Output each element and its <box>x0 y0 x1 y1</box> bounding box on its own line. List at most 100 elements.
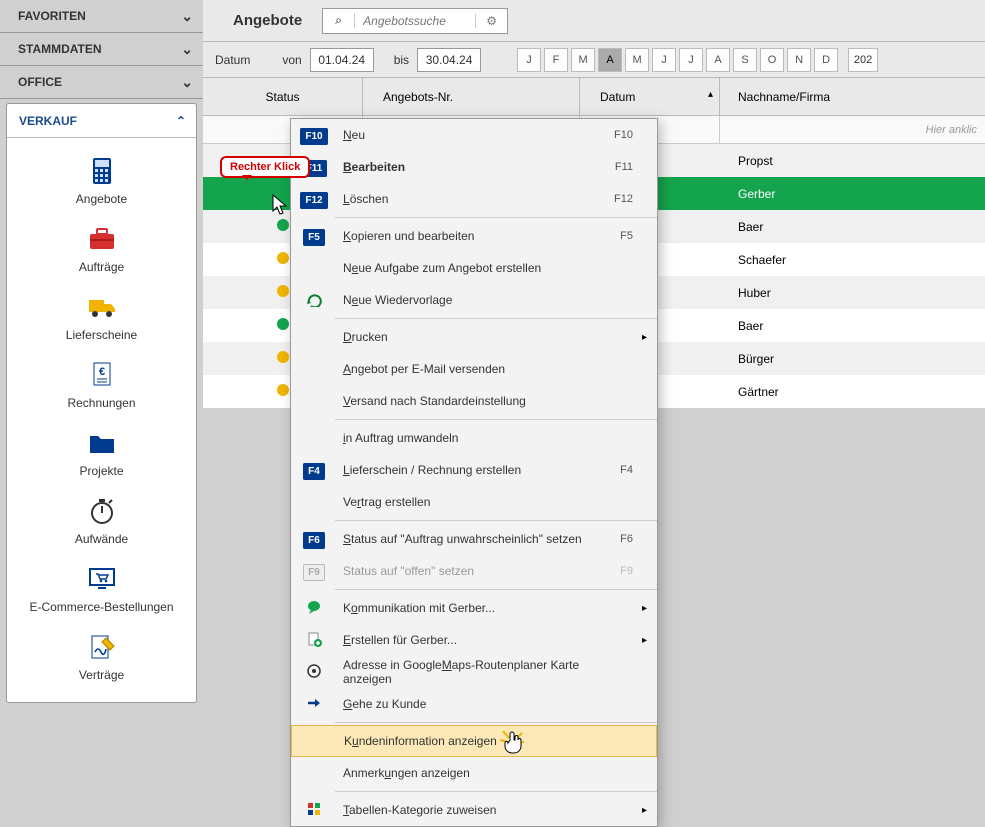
nav-favoriten[interactable]: FAVORITEN ⌄ <box>0 0 203 33</box>
name-cell: Huber <box>720 286 985 300</box>
truck-icon <box>84 292 120 322</box>
search-icon[interactable]: ⌕ <box>323 13 355 28</box>
status-dot-icon <box>277 351 289 363</box>
nav-item-label: Verträge <box>79 668 124 682</box>
ctx-item[interactable]: Neue Aufgabe zum Angebot erstellen <box>291 252 657 284</box>
month-btn-10[interactable]: N <box>787 48 811 72</box>
month-btn-11[interactable]: D <box>814 48 838 72</box>
month-btn-6[interactable]: J <box>679 48 703 72</box>
ctx-item[interactable]: Angebot per E-Mail versenden <box>291 353 657 385</box>
menu-separator <box>335 791 657 792</box>
context-menu: F10NeuF10F11BearbeitenF11F12LöschenF12 F5… <box>290 118 658 827</box>
nav-projekte[interactable]: Projekte <box>7 420 196 488</box>
right-click-tooltip: Rechter Klick <box>220 156 310 178</box>
nav-auftraege[interactable]: Aufträge <box>7 216 196 284</box>
menu-separator <box>335 419 657 420</box>
col-status[interactable]: Status <box>203 78 363 115</box>
svg-text:€: € <box>98 366 104 378</box>
sort-asc-icon: ▴ <box>708 89 713 100</box>
shop-monitor-icon <box>84 564 120 594</box>
month-btn-8[interactable]: S <box>733 48 757 72</box>
ctx-item[interactable]: Gehe zu Kunde <box>291 688 657 720</box>
status-dot-icon <box>277 384 289 396</box>
nav-aufwaende[interactable]: Aufwände <box>7 488 196 556</box>
table-header-row: Status Angebots-Nr. Datum ▴ Nachname/Fir… <box>203 78 985 116</box>
fkey-badge: F10 <box>299 128 329 142</box>
nav-rechnungen[interactable]: € Rechnungen <box>7 352 196 420</box>
date-from-input[interactable]: 01.04.24 <box>310 48 374 72</box>
status-dot-icon <box>277 285 289 297</box>
name-cell: Propst <box>720 154 985 168</box>
date-to-input[interactable]: 30.04.24 <box>417 48 481 72</box>
ctx-item[interactable]: Kommunikation mit Gerber...▸ <box>291 592 657 624</box>
month-btn-3[interactable]: A <box>598 48 622 72</box>
search-input[interactable] <box>355 14 475 28</box>
month-btn-4[interactable]: M <box>625 48 649 72</box>
ctx-item-label: Drucken <box>329 330 593 344</box>
ctx-item[interactable]: F5Kopieren und bearbeitenF5 <box>291 220 657 252</box>
ctx-item[interactable]: Tabellen-Kategorie zuweisen▸ <box>291 794 657 826</box>
ctx-item[interactable]: Versand nach Standardeinstellung <box>291 385 657 417</box>
nav-stammdaten[interactable]: STAMMDATEN ⌄ <box>0 33 203 66</box>
nav-angebote[interactable]: Angebote <box>7 148 196 216</box>
month-btn-1[interactable]: F <box>544 48 568 72</box>
month-btn-2[interactable]: M <box>571 48 595 72</box>
fkey-badge: F12 <box>299 192 329 206</box>
submenu-arrow-icon: ▸ <box>633 635 647 646</box>
nav-verkauf[interactable]: VERKAUF ⌃ <box>7 104 196 138</box>
chevron-down-icon: ⌄ <box>181 74 193 91</box>
status-dot-icon <box>277 252 289 264</box>
ctx-item[interactable]: Drucken▸ <box>291 321 657 353</box>
name-cell: Bürger <box>720 352 985 366</box>
ctx-item-label: Status auf "offen" setzen <box>329 564 593 578</box>
ctx-item[interactable]: Vertrag erstellen <box>291 486 657 518</box>
ctx-item[interactable]: in Auftrag umwandeln <box>291 422 657 454</box>
search-box: ⌕ ⚙ <box>322 8 508 34</box>
filter-name-hint[interactable]: Hier anklic <box>720 116 985 143</box>
ctx-shortcut: F11 <box>593 161 633 173</box>
ctx-item-label: Vertrag erstellen <box>329 495 593 509</box>
ctx-item-label: Lieferschein / Rechnung erstellen <box>329 463 593 477</box>
month-btn-7[interactable]: A <box>706 48 730 72</box>
ctx-item[interactable]: F11BearbeitenF11 <box>291 151 657 183</box>
ctx-item[interactable]: F4Lieferschein / Rechnung erstellenF4 <box>291 454 657 486</box>
ctx-item-label: Anmerkungen anzeigen <box>329 766 593 780</box>
submenu-arrow-icon: ▸ <box>633 603 647 614</box>
ctx-shortcut: F6 <box>593 533 633 545</box>
ctx-shortcut: F10 <box>593 129 633 141</box>
ctx-item[interactable]: Neue Wiedervorlage <box>291 284 657 316</box>
col-datum[interactable]: Datum ▴ <box>580 78 720 115</box>
ctx-item[interactable]: Erstellen für Gerber... ▸ <box>291 624 657 656</box>
nav-ecommerce[interactable]: E-Commerce-Bestellungen <box>7 556 196 624</box>
ctx-item-label: in Auftrag umwandeln <box>329 431 593 445</box>
nav-item-label: Aufträge <box>79 260 124 274</box>
ctx-item[interactable]: F10NeuF10 <box>291 119 657 151</box>
nav-verkauf-panel: VERKAUF ⌃ Angebote Aufträge Lieferschein… <box>6 103 197 703</box>
nav-label: VERKAUF <box>19 114 77 128</box>
ctx-item[interactable]: F12LöschenF12 <box>291 183 657 215</box>
nav-item-label: Rechnungen <box>67 396 135 410</box>
gear-icon[interactable]: ⚙ <box>475 14 507 28</box>
col-datum-label: Datum <box>600 90 635 104</box>
stopwatch-icon <box>84 496 120 526</box>
col-nachname[interactable]: Nachname/Firma <box>720 78 985 115</box>
ctx-item[interactable]: Anmerkungen anzeigen <box>291 757 657 789</box>
col-angebot-nr[interactable]: Angebots-Nr. <box>363 78 580 115</box>
cat-icon <box>299 801 329 820</box>
name-cell: Schaefer <box>720 253 985 267</box>
ctx-item[interactable]: F6Status auf "Auftrag unwahrscheinlich" … <box>291 523 657 555</box>
nav-item-label: E-Commerce-Bestellungen <box>29 600 173 614</box>
chevron-up-icon: ⌃ <box>176 114 186 128</box>
ctx-item[interactable]: Kundeninformation anzeigen <box>291 725 657 757</box>
month-btn-9[interactable]: O <box>760 48 784 72</box>
nav-label: FAVORITEN <box>18 9 86 23</box>
year-input[interactable]: 202 <box>848 48 878 72</box>
nav-vertraege[interactable]: Verträge <box>7 624 196 692</box>
nav-lieferscheine[interactable]: Lieferscheine <box>7 284 196 352</box>
ctx-item[interactable]: Adresse in GoogleMaps-Routenplaner Karte… <box>291 656 657 688</box>
date-filter-row: Datum von 01.04.24 bis 30.04.24 JFMAMJJA… <box>203 42 985 78</box>
ctx-item-label: Erstellen für Gerber... <box>329 633 593 647</box>
month-btn-5[interactable]: J <box>652 48 676 72</box>
month-btn-0[interactable]: J <box>517 48 541 72</box>
nav-office[interactable]: OFFICE ⌄ <box>0 66 203 99</box>
